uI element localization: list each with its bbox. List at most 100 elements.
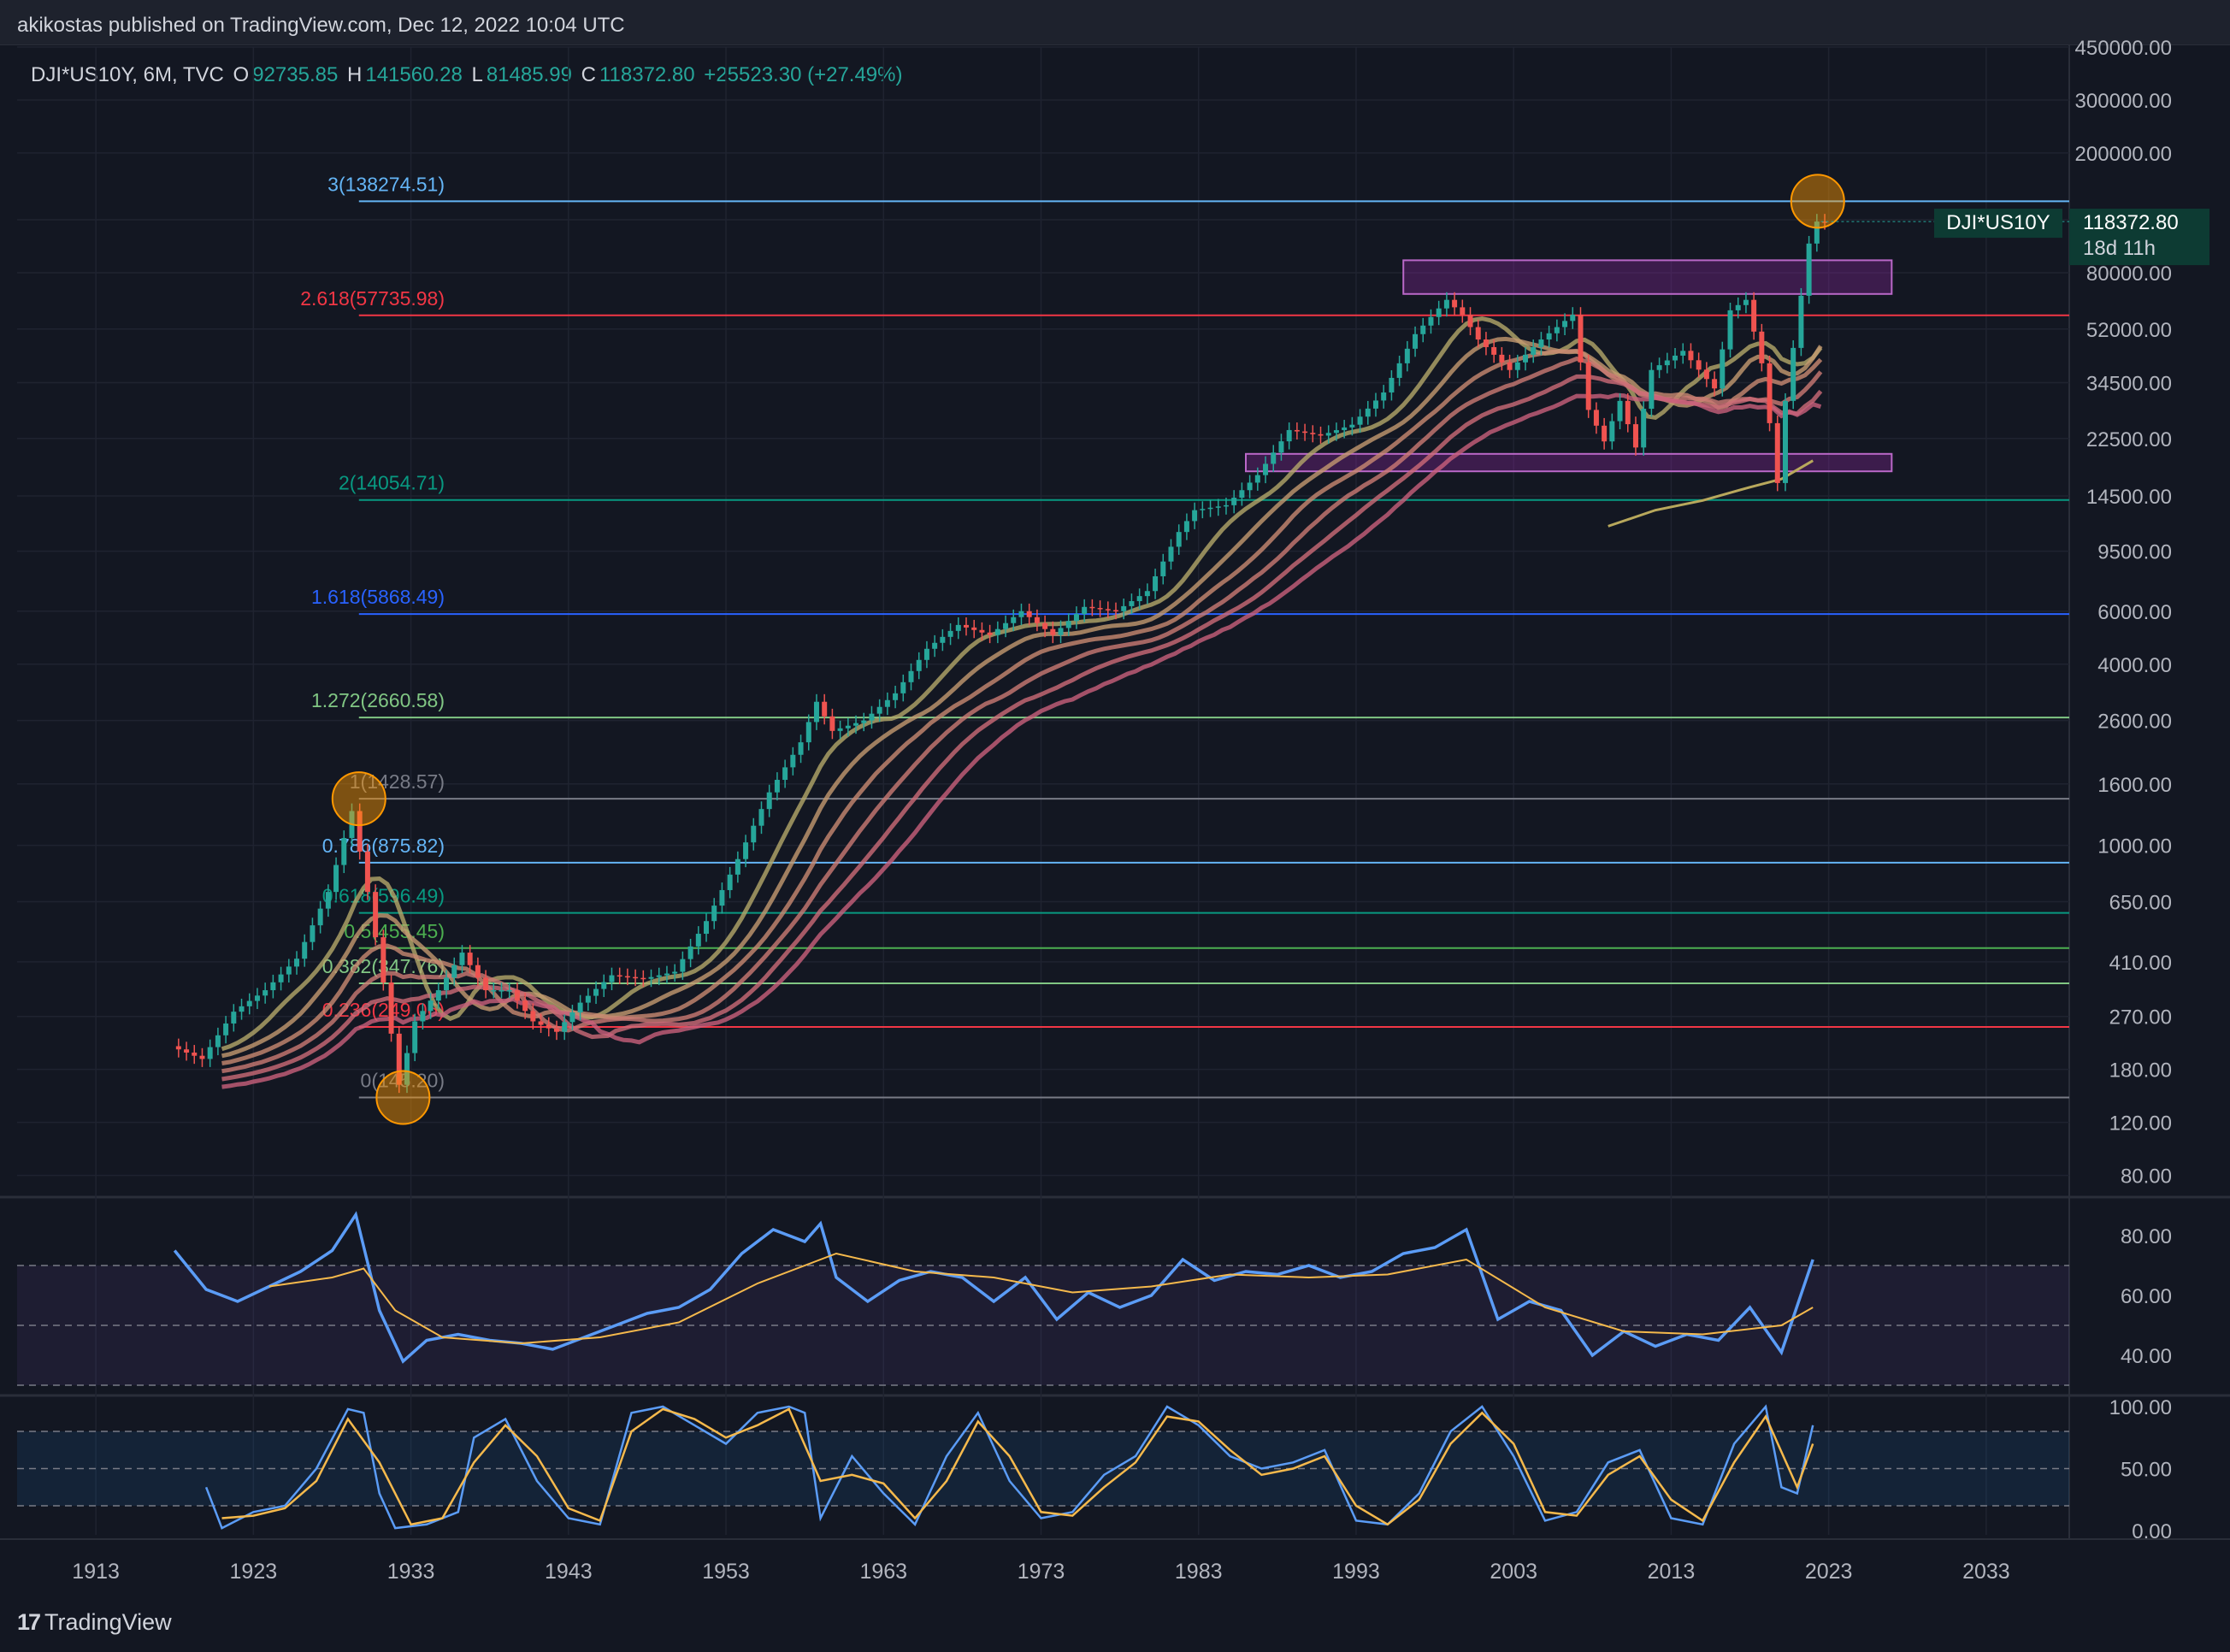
candle-body [420,1011,426,1022]
y-tick-label: 80000.00 [2086,263,2172,286]
candle-body [1514,362,1520,370]
candle-body [1223,504,1229,507]
x-tick-label: 1923 [230,1560,278,1584]
x-tick-label: 1983 [1175,1560,1223,1584]
candle-body [1342,427,1348,431]
candle-body [711,906,717,922]
candle-body [805,722,811,743]
candle-body [656,975,662,977]
candle-body [585,995,591,1003]
candle-body [444,977,450,991]
candle-body [1523,354,1529,363]
candle-body [1720,349,1726,389]
candle-body [1585,362,1591,410]
candle-body [1443,299,1449,309]
y-tick-label: 650.00 [2109,891,2172,914]
candle-body [270,982,276,991]
candle-body [1247,482,1253,491]
candle-body [381,937,386,983]
candle-body [813,701,819,723]
candle-body [223,1023,229,1035]
chart-canvas[interactable]: 1913 1923 1933 1943 1953 1963 1973 1983 1993 2003… [0,0,2230,1652]
tradingview-brand: TradingView [44,1609,172,1635]
support-resistance-zone [1402,259,1893,295]
candle-body [1153,575,1159,592]
candle-body [1759,331,1765,363]
y-tick-label: 120.00 [2109,1112,2172,1136]
candle-body [734,858,740,875]
candle-body [932,642,938,649]
y-tick-label: 14500.00 [2086,486,2172,509]
y-tick-label: 1000.00 [2097,835,2172,858]
fib-level-label: 1.272(2660.58) [311,689,445,711]
candle-body [1372,400,1378,409]
candle-body [1617,400,1623,422]
candle-body [861,720,867,723]
candle-body [1649,369,1655,410]
candle-body [1625,400,1631,425]
candle-body [1121,605,1127,611]
y-tick-label: 6000.00 [2097,601,2172,624]
candle-body [1452,299,1458,308]
candle-body [1688,351,1694,361]
candle-body [1767,363,1773,423]
candle-body [364,851,370,893]
candle-body [286,966,292,975]
candle-body [822,701,828,717]
candle-body [1436,308,1442,317]
candle-body [1318,434,1324,436]
x-tick-label: 1963 [859,1560,907,1584]
candle-body [1003,622,1009,629]
candle-body [1215,506,1221,508]
candle-body [695,934,701,947]
stoch-tick-label: 50.00 [2121,1459,2172,1482]
candle-body [1278,441,1284,453]
candle-body [1735,304,1741,310]
candle-body [1018,611,1024,617]
candle-body [829,716,835,731]
candle-body [1538,339,1544,347]
candle-body [1310,433,1316,434]
fib-level-label: 0.618(596.49) [322,885,445,907]
candle-body [239,1006,245,1012]
candle-body [373,892,379,938]
candle-body [546,1024,552,1029]
candle-body [1160,561,1166,576]
candle-body [1168,546,1174,562]
candle-body [751,825,757,843]
candle-body [1672,355,1678,361]
candle-body [1050,628,1056,635]
x-tick-label: 2033 [1962,1560,2010,1584]
candle-body [1751,299,1757,332]
candle-body [1271,452,1277,464]
x-tick-label: 2003 [1490,1560,1537,1584]
candle-body [1231,498,1237,505]
candle-body [947,630,953,637]
candle-body [1546,333,1552,340]
y-tick-label: 270.00 [2109,1006,2172,1030]
candle-body [317,908,323,926]
candle-body [955,624,961,631]
candle-body [506,990,512,992]
candle-body [491,990,497,992]
candle-body [979,629,985,633]
y-tick-label: 410.00 [2109,952,2172,975]
fib-level-label: 1.618(5868.49) [311,586,445,608]
candle-body [1113,610,1119,612]
y-tick-label: 80.00 [2121,1165,2172,1189]
candle-body [664,973,670,976]
candle-body [435,990,441,1001]
candle-body [884,699,890,707]
candle-body [1428,316,1434,326]
candle-body [1034,617,1040,623]
pivot-marker [331,771,386,827]
tradingview-logo-icon: 17 [17,1609,41,1635]
candle-body [1491,346,1497,355]
tradingview-logo[interactable]: 17 TradingView [17,1609,172,1636]
stoch-band-fill [17,1431,2069,1506]
candle-body [971,627,977,630]
candle-body [672,971,678,974]
x-tick-label: 1993 [1332,1560,1380,1584]
candle-body [1570,315,1576,322]
candle-body [609,975,615,982]
